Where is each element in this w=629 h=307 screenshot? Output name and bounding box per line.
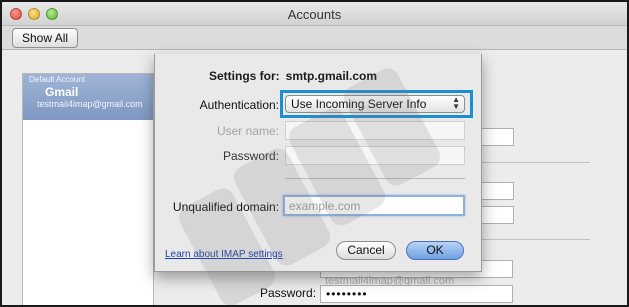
default-account-label: Default Account [29,75,86,84]
settings-for-label: Settings for: [209,69,280,83]
title-bar: Accounts [2,2,627,26]
accounts-window: Accounts Show All Default Account Gmail … [0,0,629,307]
bg-divider-2 [482,239,590,240]
unqualified-domain-field[interactable] [283,195,465,216]
cancel-button[interactable]: Cancel [336,241,396,260]
updown-arrows-icon: ▲ ▼ [452,95,460,111]
unqualified-domain-input[interactable] [289,199,459,213]
password-label: Password: [222,149,279,163]
show-all-button[interactable]: Show All [12,28,79,48]
learn-imap-settings-link[interactable]: Learn about IMAP settings [165,249,283,260]
settings-for-header: Settings for: smtp.gmail.com [209,69,377,83]
username-field[interactable] [285,121,465,140]
toolbar: Show All [2,26,627,50]
account-name: Gmail [45,85,79,99]
authentication-label: Authentication: [199,98,279,112]
ok-button[interactable]: OK [406,241,464,260]
authentication-select[interactable]: Use Incoming Server Info ▲ ▼ [285,95,465,113]
account-email: testmail4imap@gmail.com [37,99,143,109]
bg-divider [482,162,590,163]
bg-password-label: Password: [260,286,317,300]
sheet-divider [285,178,465,179]
bg-password-field[interactable]: •••••••• [320,285,513,303]
server-name: smtp.gmail.com [285,69,378,83]
account-list: Default Account Gmail testmail4imap@gmai… [22,73,154,305]
unqualified-domain-label: Unqualified domain: [172,200,279,214]
authentication-value: Use Incoming Server Info [291,97,427,111]
window-title: Accounts [287,7,342,22]
smtp-settings-sheet: Settings for: smtp.gmail.com Authenticati… [154,54,482,272]
password-field[interactable] [285,146,465,165]
username-label: User name: [216,124,279,138]
account-list-item-gmail[interactable]: Default Account Gmail testmail4imap@gmai… [23,74,153,120]
